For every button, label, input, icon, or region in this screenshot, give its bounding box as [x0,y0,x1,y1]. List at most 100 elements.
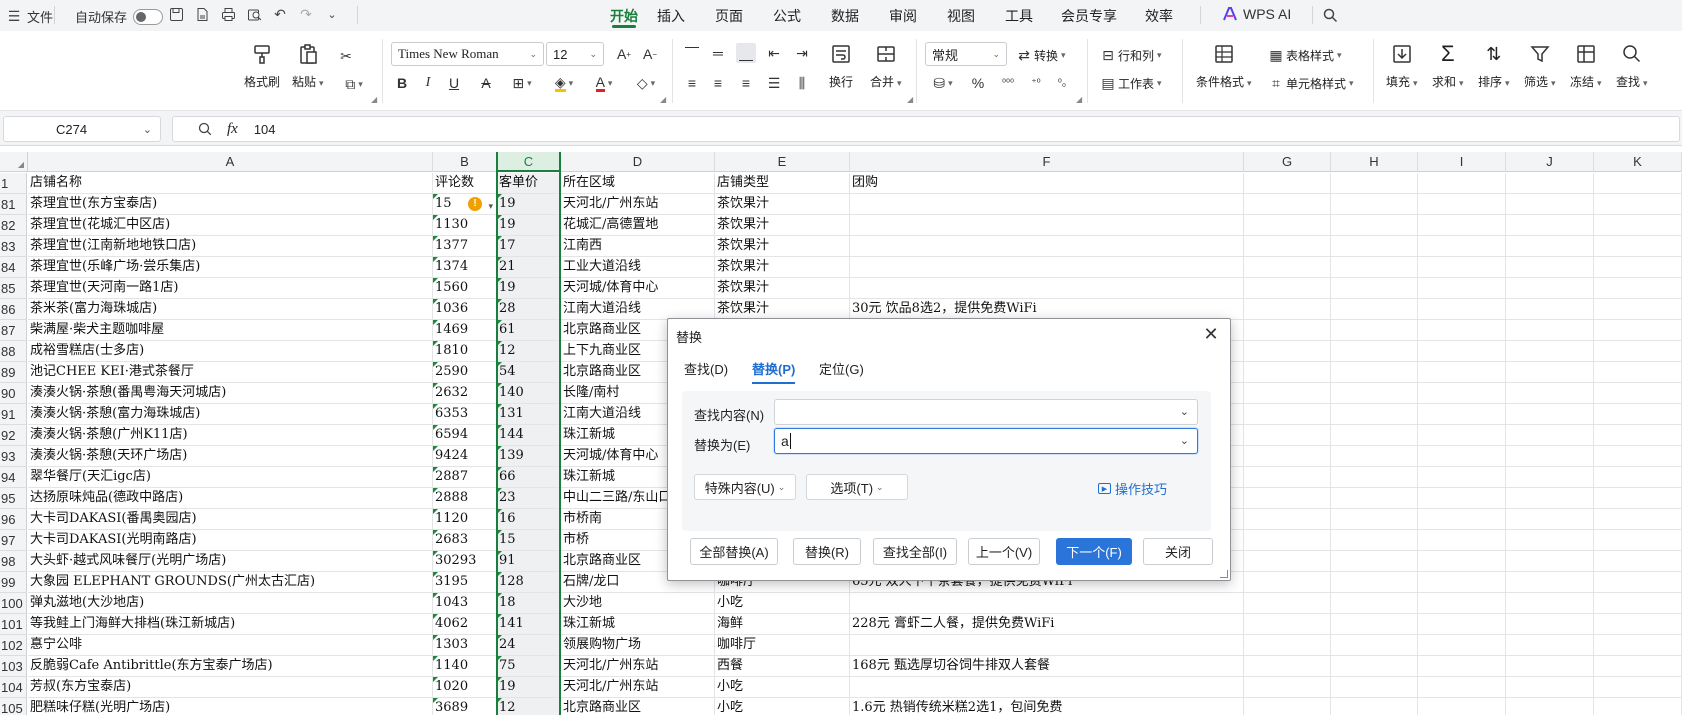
empty-cell[interactable] [1244,404,1331,425]
cell-e[interactable]: 西餐 [715,656,850,677]
row-header[interactable]: 99 [0,572,27,593]
cell-a[interactable]: 等我鲑上门海鲜大排档(珠江新城店) [28,614,433,635]
column-header-j[interactable]: J [1506,152,1594,172]
empty-cell[interactable] [1418,593,1506,614]
empty-cell[interactable] [1594,425,1682,446]
empty-cell[interactable] [1331,320,1418,341]
empty-cell[interactable] [1244,551,1331,572]
row-header[interactable]: 82 [0,215,27,236]
row-header[interactable]: 86 [0,299,27,320]
tab-goto[interactable]: 定位(G) [819,359,864,378]
column-header-h[interactable]: H [1331,152,1418,172]
empty-cell[interactable] [1506,173,1594,194]
empty-cell[interactable] [1594,488,1682,509]
empty-cell[interactable] [1418,173,1506,194]
empty-cell[interactable] [1594,509,1682,530]
row-header[interactable]: 101 [0,614,27,635]
close-button[interactable]: 关闭 [1143,538,1213,565]
chevron-down-icon[interactable]: ▾ [488,196,493,214]
decrease-decimal-icon[interactable]: ⁰₀ [1052,73,1072,93]
wps-ai-button[interactable]: WPS AI [1222,6,1291,22]
more-chevron-icon[interactable]: ⌄ [324,6,340,22]
cell-b[interactable]: 1303 [433,635,497,656]
cell-e[interactable]: 茶饮果汁 [715,215,850,236]
row-header[interactable]: 84 [0,257,27,278]
italic-icon[interactable]: I [418,73,438,93]
export-pdf-icon[interactable] [194,6,210,22]
chevron-down-icon[interactable]: ⌄ [1180,405,1189,418]
row-header[interactable]: 104 [0,677,27,698]
empty-cell[interactable] [1418,614,1506,635]
empty-cell[interactable] [1594,551,1682,572]
empty-cell[interactable] [1418,656,1506,677]
font-name-select[interactable]: Times New Roman ⌄ [391,42,544,66]
tab-member[interactable]: 会员专享 [1048,0,1130,31]
empty-cell[interactable] [1244,362,1331,383]
cell-e[interactable]: 茶饮果汁 [715,257,850,278]
cell-a[interactable]: 茶理宜世(江南新地地铁口店) [28,236,433,257]
header-cell[interactable]: 客单价 [497,173,561,194]
cell-a[interactable]: 茶理宜世(花城汇中区店) [28,215,433,236]
cell-b[interactable]: 2683 [433,530,497,551]
empty-cell[interactable] [1594,698,1682,715]
cell-a[interactable]: 湊湊火锅·茶憩(广州K11店) [28,425,433,446]
cell-e[interactable]: 小吃 [715,677,850,698]
empty-cell[interactable] [1506,635,1594,656]
tab-formula[interactable]: 公式 [758,0,816,31]
cell-e[interactable]: 茶饮果汁 [715,278,850,299]
column-header-f[interactable]: F [850,152,1244,172]
cell-d[interactable]: 江南西 [561,236,715,257]
empty-cell[interactable] [1244,614,1331,635]
replace-all-button[interactable]: 全部替换(A) [690,538,778,565]
cell-f[interactable] [850,257,1244,278]
cell-c[interactable]: 91 [497,551,561,572]
format-painter-button[interactable]: 格式刷 [244,41,280,90]
cell-e[interactable]: 茶饮果汁 [715,194,850,215]
empty-cell[interactable] [1418,509,1506,530]
empty-cell[interactable] [1594,467,1682,488]
empty-cell[interactable] [1418,257,1506,278]
empty-cell[interactable] [1244,572,1331,593]
tab-tools[interactable]: 工具 [990,0,1048,31]
empty-cell[interactable] [1331,173,1418,194]
empty-cell[interactable] [1331,656,1418,677]
cut-icon[interactable]: ✂ [336,46,356,66]
tab-view[interactable]: 视图 [932,0,990,31]
freeze-button[interactable]: 冻结 ▾ [1570,41,1602,90]
empty-cell[interactable] [1594,299,1682,320]
empty-cell[interactable] [1331,215,1418,236]
empty-cell[interactable] [1331,635,1418,656]
cell-a[interactable]: 肥糕味仔糕(光明广场店) [28,698,433,715]
cell-b[interactable]: 1020 [433,677,497,698]
dialog-launcher-icon[interactable]: ◢ [907,95,913,104]
cell-d[interactable]: 天河北/广州东站 [561,656,715,677]
row-header[interactable]: 88 [0,341,27,362]
undo-icon[interactable]: ↶ [272,6,288,22]
cell-b[interactable]: 2888 [433,488,497,509]
cell-b[interactable]: 1810 [433,341,497,362]
empty-cell[interactable] [1244,698,1331,715]
cell-a[interactable]: 湊湊火锅·茶憩(天环广场店) [28,446,433,467]
empty-cell[interactable] [1594,572,1682,593]
decrease-font-icon[interactable]: A − [640,44,660,64]
print-preview-icon[interactable] [246,6,262,22]
empty-cell[interactable] [1418,320,1506,341]
cell-a[interactable]: 柴满屋·柴犬主题咖啡屋 [28,320,433,341]
column-header-c[interactable]: C [497,152,561,172]
empty-cell[interactable] [1244,593,1331,614]
header-cell[interactable]: 团购 [850,173,1244,194]
redo-icon[interactable]: ↷ [298,6,314,22]
increase-indent-icon[interactable]: ⇥ [792,43,812,63]
bold-icon[interactable]: B [392,73,412,93]
row-header[interactable]: 92 [0,425,27,446]
empty-cell[interactable] [1506,677,1594,698]
cell-b[interactable]: 1560 [433,278,497,299]
cell-b[interactable]: 1377 [433,236,497,257]
cell-a[interactable]: 弹丸滋地(大沙地店) [28,593,433,614]
empty-cell[interactable] [1331,698,1418,715]
align-bottom-icon[interactable]: ⎽ [736,43,756,63]
empty-cell[interactable] [1331,362,1418,383]
empty-cell[interactable] [1594,593,1682,614]
cell-a[interactable]: 反脆弱Cafe Antibrittle(东方宝泰广场店) [28,656,433,677]
empty-cell[interactable] [1418,299,1506,320]
